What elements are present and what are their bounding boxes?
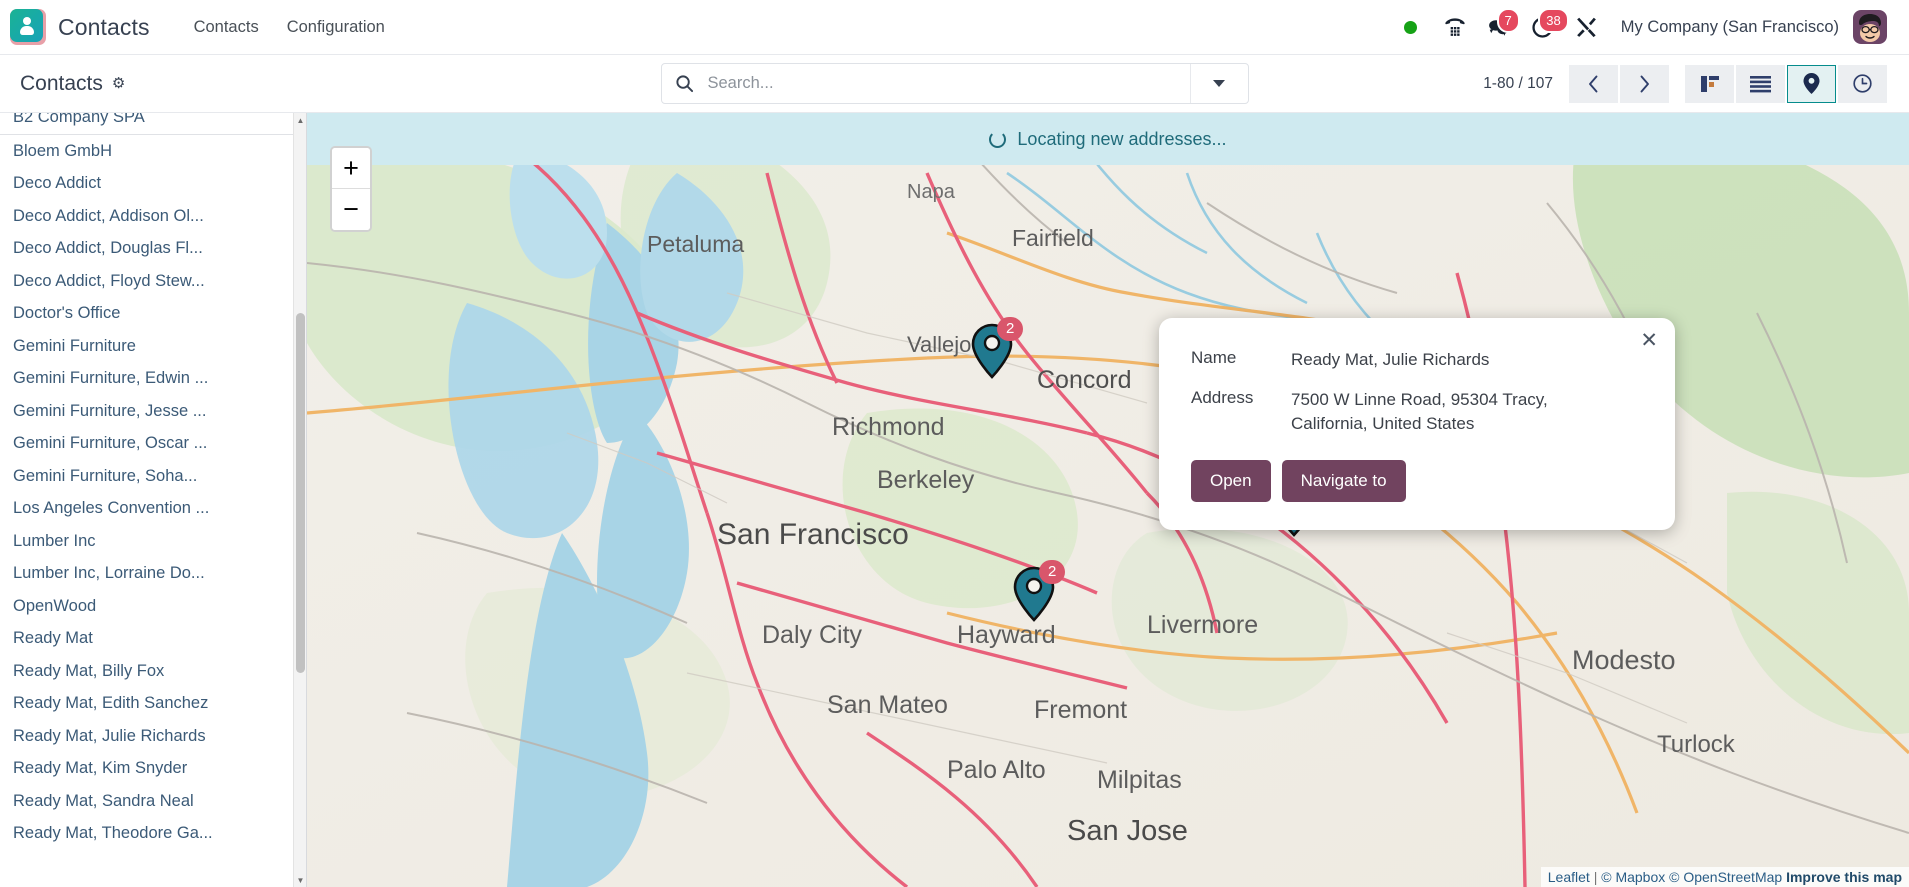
list-item[interactable]: Ready Mat, Kim Snyder [0, 752, 306, 785]
popup-field-value: Ready Mat, Julie Richards [1291, 348, 1489, 372]
list-item[interactable]: Ready Mat [0, 622, 306, 655]
marker-fremont[interactable]: 2 [1013, 566, 1055, 621]
popup-actions: Open Navigate to [1191, 460, 1647, 502]
list-item[interactable]: Deco Addict, Addison Ol... [0, 200, 306, 233]
map-attribution: Leaflet | © Mapbox © OpenStreetMap Impro… [1541, 867, 1909, 887]
list-item[interactable]: Deco Addict [0, 167, 306, 200]
marker-badge: 2 [997, 317, 1023, 341]
map-container[interactable]: Petaluma Fairfield Napa Vallejo Concord … [307, 113, 1909, 887]
company-switcher[interactable]: My Company (San Francisco) [1621, 18, 1839, 37]
list-item[interactable]: Gemini Furniture, Edwin ... [0, 362, 306, 395]
voip-phone-icon[interactable] [1433, 5, 1477, 49]
loading-spinner-icon [989, 131, 1006, 148]
mapbox-link[interactable]: © Mapbox [1601, 869, 1665, 885]
developer-tools-icon[interactable] [1565, 5, 1609, 49]
scroll-down-icon[interactable]: ▼ [294, 873, 307, 887]
list-item[interactable]: Deco Addict, Douglas Fl... [0, 232, 306, 265]
kanban-view-button[interactable] [1685, 65, 1734, 103]
search-bar [661, 63, 1249, 104]
marker-concord[interactable]: 2 [971, 323, 1013, 378]
contacts-app-icon[interactable] [10, 9, 46, 45]
list-item[interactable]: Gemini Furniture, Jesse ... [0, 395, 306, 428]
list-item[interactable]: Los Angeles Convention ... [0, 492, 306, 525]
search-dropdown-toggle[interactable] [1190, 64, 1248, 103]
list-item[interactable]: Doctor's Office [0, 297, 306, 330]
leaflet-link[interactable]: Leaflet [1548, 869, 1590, 885]
pager-range: 1-80 / 107 [1483, 75, 1553, 93]
page-title-wrap: Contacts ⚙ [20, 72, 125, 96]
locating-banner: Locating new addresses... [307, 113, 1909, 165]
list-item[interactable]: Ready Mat, Sandra Neal [0, 785, 306, 818]
search-input[interactable] [708, 64, 1190, 103]
list-item[interactable]: Lumber Inc, Lorraine Do... [0, 557, 306, 590]
list-item[interactable]: B2 Company SPA [0, 113, 306, 135]
popup-field-label: Name [1191, 348, 1291, 372]
popup-field-address: Address 7500 W Linne Road, 95304 Tracy, … [1191, 388, 1647, 436]
pager-previous-button[interactable] [1569, 65, 1618, 103]
search-icon [662, 74, 708, 93]
scroll-up-icon[interactable]: ▲ [294, 113, 307, 127]
chevron-down-icon [1213, 80, 1225, 87]
zoom-out-button[interactable]: − [332, 189, 370, 230]
popup-field-value: 7500 W Linne Road, 95304 Tracy, Californ… [1291, 388, 1591, 436]
list-item[interactable]: Ready Mat, Edith Sanchez [0, 687, 306, 720]
control-panel-right: 1-80 / 107 [1483, 65, 1887, 103]
marker-badge: 2 [1039, 560, 1065, 584]
activity-view-button[interactable] [1838, 65, 1887, 103]
navigate-to-button[interactable]: Navigate to [1282, 460, 1406, 502]
list-item[interactable]: Ready Mat, Julie Richards [0, 720, 306, 753]
page-title: Contacts [20, 72, 103, 96]
improve-map-link[interactable]: Improve this map [1786, 869, 1902, 885]
openstreetmap-link[interactable]: © OpenStreetMap [1669, 869, 1782, 885]
list-item[interactable]: Gemini Furniture, Soha... [0, 460, 306, 493]
sidebar-scroll-thumb[interactable] [296, 313, 305, 673]
presence-dot-icon[interactable] [1389, 5, 1433, 49]
brand-title[interactable]: Contacts [58, 14, 150, 41]
navbar-systray: 7 38 My Company (San Francisco) [1389, 5, 1887, 49]
activities-clock-icon[interactable]: 38 [1521, 5, 1565, 49]
list-item[interactable]: Gemini Furniture, Oscar ... [0, 427, 306, 460]
zoom-in-button[interactable]: + [332, 148, 370, 189]
top-navbar: Contacts Contacts Configuration 7 [0, 0, 1909, 55]
open-button[interactable]: Open [1191, 460, 1271, 502]
control-panel: Contacts ⚙ 1-80 / 107 [0, 55, 1909, 113]
messaging-icon[interactable]: 7 [1477, 5, 1521, 49]
popup-field-label: Address [1191, 388, 1291, 436]
map-zoom-controls: + − [330, 146, 372, 232]
list-item[interactable]: Bloem GmbH [0, 135, 306, 168]
pager-next-button[interactable] [1620, 65, 1669, 103]
user-avatar[interactable] [1853, 10, 1887, 44]
messaging-badge: 7 [1497, 8, 1520, 33]
pager-buttons [1569, 65, 1669, 103]
contacts-sidebar: B2 Company SPA Bloem GmbH Deco Addict De… [0, 113, 307, 887]
view-switcher [1685, 65, 1887, 103]
list-item[interactable]: Ready Mat, Theodore Ga... [0, 817, 306, 850]
list-item[interactable]: Lumber Inc [0, 525, 306, 558]
close-icon[interactable]: ✕ [1640, 330, 1658, 351]
sidebar-scrollbar[interactable]: ▲ ▼ [293, 113, 306, 887]
main-content: B2 Company SPA Bloem GmbH Deco Addict De… [0, 113, 1909, 887]
nav-item-configuration[interactable]: Configuration [273, 12, 399, 43]
map-view-button[interactable] [1787, 65, 1836, 103]
contacts-list: B2 Company SPA Bloem GmbH Deco Addict De… [0, 113, 306, 887]
list-view-button[interactable] [1736, 65, 1785, 103]
attribution-separator: | [1590, 869, 1601, 885]
gear-icon[interactable]: ⚙ [112, 76, 125, 91]
list-item[interactable]: Deco Addict, Floyd Stew... [0, 265, 306, 298]
list-item[interactable]: OpenWood [0, 590, 306, 623]
marker-popup: ✕ Name Ready Mat, Julie Richards Address… [1159, 318, 1675, 530]
list-item[interactable]: Gemini Furniture [0, 330, 306, 363]
popup-field-name: Name Ready Mat, Julie Richards [1191, 348, 1647, 372]
locating-banner-text: Locating new addresses... [1017, 129, 1226, 150]
nav-item-contacts[interactable]: Contacts [180, 12, 273, 43]
list-item[interactable]: Ready Mat, Billy Fox [0, 655, 306, 688]
